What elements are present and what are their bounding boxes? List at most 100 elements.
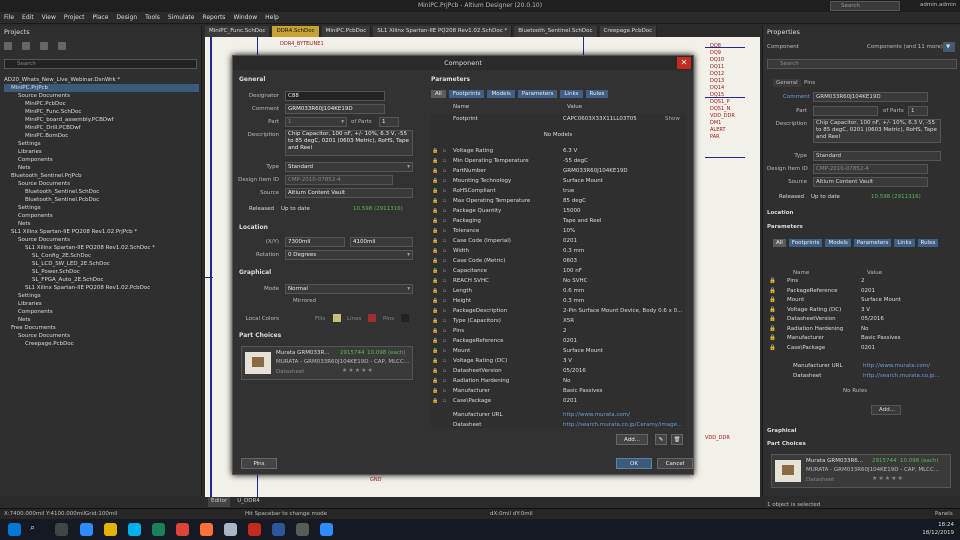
lock-icon[interactable]: 🔒 — [431, 296, 440, 306]
project-icon[interactable] — [4, 42, 12, 50]
menu-reports[interactable]: Reports — [202, 14, 225, 21]
visibility-icon[interactable]: ▫ — [440, 296, 449, 306]
y-input[interactable]: 4100mil — [350, 237, 413, 247]
tree-item[interactable]: Nets — [4, 220, 199, 228]
rp-parameter-value[interactable]: 3 V — [861, 306, 870, 316]
tree-item[interactable]: SL_Power.SchDoc — [4, 268, 199, 276]
lock-icon[interactable]: 🔒 — [431, 386, 440, 396]
parameter-row[interactable]: 🔒 ▫ PackageDescription 2-Pin Surface Mount … — [431, 306, 685, 316]
rp-parameter-value[interactable]: Basic Passives — [861, 334, 901, 344]
parameter-value[interactable]: GRM033R60J104KE19D — [563, 166, 685, 176]
lock-icon[interactable]: 🔒 — [431, 166, 440, 176]
parameters-section-header[interactable]: Parameters — [431, 76, 470, 83]
rp-parameter-value[interactable]: 0201 — [861, 287, 875, 297]
part-choices-section-header[interactable]: Part Choices — [767, 441, 806, 447]
visibility-icon[interactable]: ▫ — [440, 226, 449, 236]
tree-item[interactable]: Settings — [4, 292, 199, 300]
type-select[interactable]: Standard — [285, 162, 413, 172]
parameter-value[interactable]: Tape and Reel — [563, 216, 685, 226]
parameter-value[interactable]: X5R — [563, 316, 685, 326]
tab-general[interactable]: General — [773, 79, 801, 87]
rp-link-row[interactable]: Manufacturer URL http://www.murata.com/ — [793, 362, 953, 372]
lock-icon[interactable]: 🔒 — [431, 376, 440, 386]
tree-item[interactable]: MiniPC_Drill.PCBDwf — [4, 124, 199, 132]
tree-item[interactable]: MiniPC.BomDoc — [4, 132, 199, 140]
tree-item[interactable]: Components — [4, 308, 199, 316]
parameter-value[interactable]: 0.6 mm — [563, 286, 685, 296]
zoom-icon-2[interactable] — [320, 523, 333, 536]
lock-icon[interactable]: 🔒 — [431, 276, 440, 286]
lock-icon[interactable]: 🔒 — [431, 286, 440, 296]
tree-item[interactable]: SL1 Xilinx Spartan-IIE PQ208 Rev1.02.Pcb… — [4, 284, 199, 292]
lock-icon[interactable]: 🔒 — [431, 226, 440, 236]
lock-icon[interactable] — [431, 114, 440, 124]
save-icon[interactable] — [40, 42, 48, 50]
lock-icon[interactable]: 🔒 — [431, 196, 440, 206]
parameter-row[interactable]: 🔒 ▫ Mount Surface Mount — [431, 346, 685, 356]
lock-icon[interactable]: 🔒 — [769, 334, 787, 344]
parameter-value[interactable]: No SVHC — [563, 276, 685, 286]
parameter-row[interactable]: 🔒 ▫ Packaging Tape and Reel — [431, 216, 685, 226]
lock-icon[interactable]: 🔒 — [431, 216, 440, 226]
tree-item[interactable]: Components — [4, 212, 199, 220]
parameter-row[interactable]: 🔒 ▫ Height 0.3 mm — [431, 296, 685, 306]
source-input[interactable]: Altium Content Vault — [285, 188, 413, 198]
rp-link-url[interactable]: http://www.murata.com/ — [863, 362, 930, 372]
zoom-icon[interactable] — [80, 523, 93, 536]
lock-icon[interactable]: 🔒 — [431, 346, 440, 356]
of-parts-input[interactable]: 1 — [379, 117, 399, 127]
rp-param-tab-rules[interactable]: Rules — [917, 239, 939, 247]
cancel-button[interactable]: Cancel — [657, 458, 693, 469]
location-section-header[interactable]: Location — [239, 224, 268, 231]
app-icon[interactable] — [152, 523, 165, 536]
parameter-row[interactable]: 🔒 ▫ PartNumber GRM033R60J104KE19D — [431, 166, 685, 176]
tree-item[interactable]: SL_FPGA_Auto_2E.SchDoc — [4, 276, 199, 284]
rp-parameter-row[interactable]: 🔒 Pins 2 — [769, 277, 949, 287]
tree-item[interactable]: Creepage.PcbDoc — [4, 340, 199, 348]
source-field[interactable]: Altium Content Vault — [813, 177, 928, 187]
visibility-icon[interactable]: ▫ — [440, 356, 449, 366]
rp-add-button[interactable]: Add... — [871, 405, 901, 415]
rp-parameter-value[interactable]: No — [861, 325, 868, 335]
visibility-icon[interactable]: ▫ — [440, 186, 449, 196]
rp-param-tab-models[interactable]: Models — [825, 239, 851, 247]
rp-param-tab-all[interactable]: All — [773, 239, 786, 247]
doc-tab[interactable]: SL1 Xilinx Spartan-IIE PQ208 Rev1.02.Sch… — [373, 26, 513, 37]
lock-icon[interactable]: 🔒 — [431, 306, 440, 316]
firefox-icon[interactable] — [200, 523, 213, 536]
mode-select[interactable]: Normal — [285, 284, 413, 294]
parameter-row[interactable]: 🔒 ▫ Capacitance 100 nF — [431, 266, 685, 276]
parameter-row[interactable]: 🔒 ▫ Width 0.3 mm — [431, 246, 685, 256]
parameter-row[interactable]: 🔒 ▫ Length 0.6 mm — [431, 286, 685, 296]
part-choice-datasheet[interactable]: Datasheet — [276, 369, 304, 375]
parameter-value[interactable]: 100 nF — [563, 266, 685, 276]
comment-field[interactable]: GRM033R60J104KE19D — [813, 92, 928, 102]
filter-icon[interactable]: ▼ — [943, 42, 955, 52]
pins-color-swatch[interactable] — [401, 314, 409, 322]
parameter-row[interactable]: 🔒 ▫ Max Operating Temperature 85 degC — [431, 196, 685, 206]
param-tab-parameters[interactable]: Parameters — [517, 90, 558, 98]
lock-icon[interactable]: 🔒 — [769, 344, 787, 354]
rp-link-url[interactable]: http://search.murata.co.jp... — [863, 372, 940, 382]
windows-start-icon[interactable] — [8, 523, 21, 536]
parameter-value[interactable]: 0.3 mm — [563, 296, 685, 306]
part-select[interactable]: 1 — [285, 117, 347, 127]
lock-icon[interactable]: 🔒 — [769, 306, 787, 316]
lock-icon[interactable]: 🔒 — [431, 206, 440, 216]
tree-item[interactable]: MiniPC.PrjPcb — [4, 84, 199, 92]
file-explorer-icon[interactable] — [104, 523, 117, 536]
rp-parameter-value[interactable]: 2 — [861, 277, 865, 287]
parameter-row[interactable]: 🔒 ▫ REACH SVHC No SVHC — [431, 276, 685, 286]
tree-item[interactable]: Source Documents — [4, 92, 199, 100]
parameter-value[interactable]: 0.3 mm — [563, 246, 685, 256]
lines-color-swatch[interactable] — [368, 314, 376, 322]
parameter-value[interactable]: 0201 — [563, 236, 685, 246]
rp-parameter-value[interactable]: 0201 — [861, 344, 875, 354]
param-tab-links[interactable]: Links — [560, 90, 583, 98]
tree-item[interactable]: AD20_Whats_New_Live_Webinar.DsnWrk * — [4, 76, 199, 84]
parameter-value[interactable]: Basic Passives — [563, 386, 685, 396]
editor-tab[interactable]: Editor — [208, 497, 231, 507]
visibility-icon[interactable]: ▫ — [440, 256, 449, 266]
link-row[interactable]: Manufacturer URL http://www.murata.com/ — [431, 410, 685, 420]
projects-search-input[interactable]: Search — [4, 59, 197, 69]
